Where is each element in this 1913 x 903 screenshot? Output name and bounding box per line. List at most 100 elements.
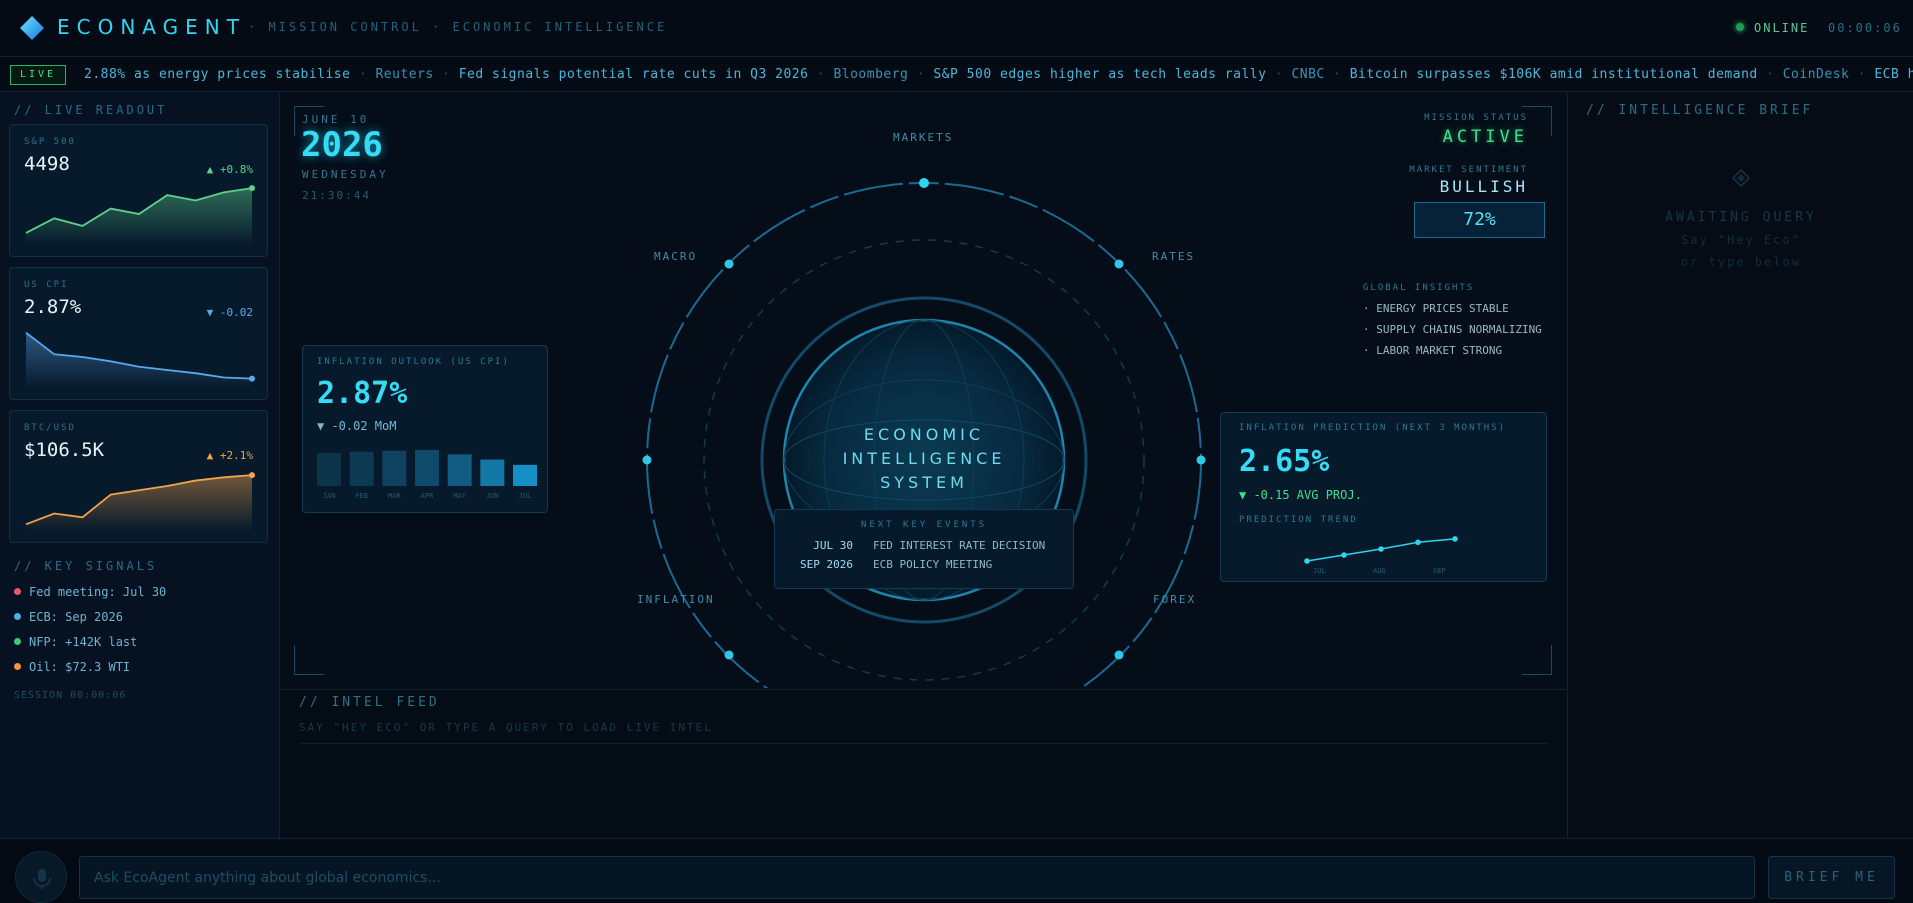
ticker-items: 2.88% as energy prices stabilise · Reute…	[84, 67, 1913, 82]
readout-card-sp500[interactable]: S&P 500 4498 ▲ +0.8%	[9, 124, 268, 257]
trend-point	[1304, 558, 1310, 564]
readout-card-uscpi[interactable]: US CPI 2.87% ▼ -0.02	[9, 267, 268, 400]
readout-card-btc[interactable]: BTC/USD $106.5K ▲ +2.1%	[9, 410, 268, 543]
intelligence-brief-title: // INTELLIGENCE BRIEF	[1586, 103, 1814, 118]
date-weekday: WEDNESDAY	[302, 168, 389, 181]
bar-label: MAY	[453, 492, 466, 500]
trend-point	[1341, 552, 1347, 558]
sparkline-btc	[25, 472, 255, 531]
bar-feb	[349, 451, 374, 486]
trend-label: SEP	[1433, 567, 1446, 575]
divider	[299, 743, 1549, 744]
corner-bracket	[294, 645, 324, 675]
bar-mar	[382, 450, 407, 486]
mic-button[interactable]	[15, 851, 67, 903]
signal-item: Fed meeting: Jul 30	[14, 585, 166, 599]
blue-dot-icon	[14, 613, 21, 620]
live-readout-title: // LIVE READOUT	[14, 103, 168, 117]
event-date: SEP 2026	[800, 558, 853, 571]
trend-label: JUL	[1313, 567, 1326, 575]
brief-hint: Say "Hey Eco"	[1681, 233, 1801, 247]
orbit-label-rates[interactable]: RATES	[1152, 250, 1195, 263]
card-value: 2.87%	[24, 296, 82, 318]
online-status-dot-icon	[1736, 23, 1744, 31]
bar-jun	[480, 459, 505, 486]
node-left-icon[interactable]	[642, 455, 652, 465]
prediction-value: 2.65%	[1239, 444, 1330, 479]
outlook-bar-chart: JAN FEB MAR APR MAY JUN JUL	[317, 449, 537, 500]
orbit-label-inflation[interactable]: INFLATION	[637, 593, 715, 606]
ticker-headline[interactable]: Fed signals potential rate cuts in Q3 20…	[459, 67, 809, 82]
logo-diamond-icon	[20, 16, 44, 40]
bar-jan	[317, 453, 341, 486]
ticker-source: Bloomberg	[833, 67, 909, 82]
sparkline-area	[26, 332, 252, 388]
trend-point	[1415, 539, 1421, 546]
date-year: 2026	[301, 125, 383, 165]
sentiment-percentage: 72%	[1414, 202, 1545, 238]
brief-me-button[interactable]: BRIEF ME	[1768, 856, 1895, 899]
brand-name: ECONAGENT	[57, 15, 246, 39]
online-status: ONLINE	[1754, 21, 1810, 35]
signal-item: ECB: Sep 2026	[14, 610, 123, 624]
bar-may	[447, 454, 472, 486]
signal-item: Oil: $72.3 WTI	[14, 660, 130, 674]
top-header: ECONAGENT · MISSION CONTROL · ECONOMIC I…	[0, 0, 1913, 57]
orbit-label-macro[interactable]: MACRO	[654, 250, 697, 263]
query-input[interactable]	[79, 856, 1755, 899]
insight-item: · ENERGY PRICES STABLE	[1363, 302, 1509, 315]
card-value: $106.5K	[24, 439, 105, 461]
green-dot-icon	[14, 638, 21, 645]
node-right-icon[interactable]	[1196, 455, 1206, 465]
mission-status: ACTIVE	[1442, 127, 1528, 147]
card-label: US CPI	[24, 280, 69, 290]
red-dot-icon	[14, 588, 21, 595]
node-rates-icon[interactable]	[1114, 259, 1124, 269]
event-name[interactable]: FED INTEREST RATE DECISION	[873, 539, 1045, 552]
node-macro-icon[interactable]	[724, 259, 734, 269]
card-value: 4498	[24, 153, 70, 175]
orbit-label-markets[interactable]: MARKETS	[893, 131, 953, 144]
signal-item: NFP: +142K last	[14, 635, 137, 649]
corner-bracket	[1522, 645, 1552, 675]
awaiting-query: AWAITING QUERY	[1665, 210, 1817, 225]
ticker-headline[interactable]: 2.88% as energy prices stabilise	[84, 67, 350, 82]
bar-label: MAR	[388, 492, 401, 500]
prediction-trend-chart: JUL AUG SEP	[1304, 536, 1458, 575]
event-name[interactable]: ECB POLICY MEETING	[873, 558, 992, 571]
intelligence-brief-panel: // INTELLIGENCE BRIEF AWAITING QUERY Say…	[1567, 93, 1913, 838]
ticker-source: CoinDesk	[1782, 67, 1850, 82]
inflation-outlook-card[interactable]: INFLATION OUTLOOK (US CPI) 2.87% ▼ -0.02…	[302, 345, 548, 513]
trend-point	[1378, 546, 1384, 552]
card-change: ▼ -0.02	[206, 306, 253, 319]
card-label: S&P 500	[24, 137, 76, 147]
intel-feed-panel: // INTEL FEED SAY "HEY ECO" OR TYPE A QU…	[281, 689, 1566, 838]
inflation-prediction-card[interactable]: INFLATION PREDICTION (NEXT 3 MONTHS) 2.6…	[1220, 412, 1547, 582]
card-change: ▲ +0.8%	[206, 163, 253, 176]
ticker-headline[interactable]: Bitcoin surpasses $106K amid institution…	[1350, 67, 1758, 82]
sparkline-endpoint	[249, 472, 255, 479]
intel-feed-empty: SAY "HEY ECO" OR TYPE A QUERY TO LOAD LI…	[299, 721, 713, 734]
header-clock: 00:00:06	[1828, 21, 1902, 35]
node-inflation-icon[interactable]	[724, 650, 734, 660]
ticker-headline[interactable]: S&P 500 edges higher as tech leads rally	[933, 67, 1266, 82]
bar-jul	[513, 464, 537, 486]
orange-dot-icon	[14, 663, 21, 670]
card-change: ▲ +2.1%	[206, 449, 253, 462]
session-timer: SESSION 00:00:06	[14, 690, 127, 701]
bar-label: APR	[421, 492, 434, 500]
date-time: 21:30:44	[302, 189, 371, 202]
insight-item: · LABOR MARKET STRONG	[1363, 344, 1503, 357]
global-insights-title: GLOBAL INSIGHTS	[1363, 283, 1475, 293]
bar-label: JUN	[486, 492, 499, 500]
left-sidebar: // LIVE READOUT S&P 500 4498 ▲ +0.8% US …	[0, 93, 280, 838]
bar-label: JAN	[323, 492, 336, 500]
node-forex-icon[interactable]	[1114, 650, 1124, 660]
sparkline-uscpi	[25, 331, 255, 388]
node-markets-icon[interactable]	[919, 178, 929, 188]
breadcrumb: · MISSION CONTROL · ECONOMIC INTELLIGENC…	[248, 20, 668, 34]
ticker-headline[interactable]: ECB holds rate	[1874, 67, 1913, 82]
sparkline-endpoint	[249, 375, 255, 382]
orbit-label-forex[interactable]: FOREX	[1153, 593, 1196, 606]
events-title: NEXT KEY EVENTS	[860, 520, 988, 530]
